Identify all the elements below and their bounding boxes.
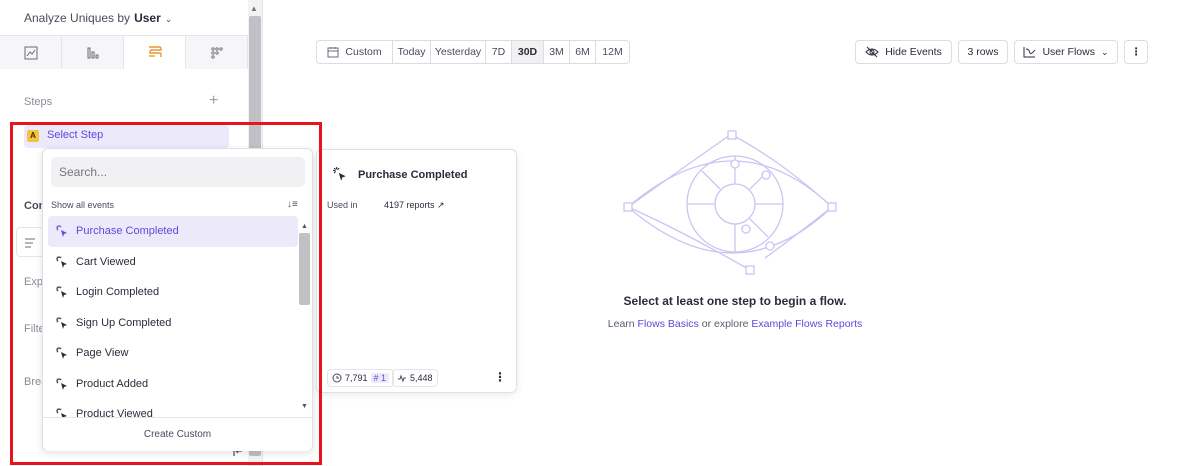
- add-step-icon[interactable]: +: [209, 92, 218, 110]
- hide-events-button[interactable]: Hide Events: [855, 40, 952, 64]
- grid-dots-icon: [210, 46, 223, 59]
- analyze-value: User: [134, 11, 161, 25]
- filter-lines-icon: [25, 238, 35, 248]
- list-item[interactable]: Product Viewed: [48, 399, 298, 418]
- date-range-12m[interactable]: 12M: [596, 41, 629, 63]
- preview-title: Purchase Completed: [358, 169, 468, 181]
- cursor-click-icon: [49, 346, 75, 360]
- tab-insights[interactable]: [0, 36, 62, 69]
- list-item-label: Purchase Completed: [76, 225, 179, 238]
- view-tabs: [0, 35, 248, 69]
- step-selector[interactable]: A Select Step: [24, 125, 229, 148]
- or-explore-text: or explore: [701, 318, 749, 330]
- tab-retention[interactable]: [186, 36, 248, 69]
- chart-type-selector[interactable]: User Flows ⌄: [1014, 40, 1118, 64]
- eye-off-icon: [865, 46, 879, 58]
- date-range-label: Custom: [345, 46, 382, 58]
- chart-type-label: User Flows: [1042, 46, 1095, 58]
- date-range-today[interactable]: Today: [393, 41, 431, 63]
- flows-icon: [148, 46, 162, 57]
- users-stat: 7,791 # 1: [327, 369, 395, 387]
- analyze-label: Analyze Uniques by: [24, 11, 131, 25]
- date-range-yesterday[interactable]: Yesterday: [431, 41, 486, 63]
- show-all-events-label: Show all events: [51, 200, 115, 210]
- list-item[interactable]: Cart Viewed: [48, 247, 298, 278]
- bar-chart-icon: [87, 47, 98, 58]
- flows-chart-icon: [1023, 47, 1036, 58]
- analyze-by-selector[interactable]: Analyze Uniques by User ⌄: [24, 11, 172, 25]
- empty-state-title: Select at least one step to begin a flow…: [623, 294, 847, 308]
- tab-funnels[interactable]: [62, 36, 124, 69]
- list-item-label: Sign Up Completed: [76, 316, 172, 329]
- list-item-label: Product Added: [76, 377, 149, 390]
- cursor-click-icon: [49, 316, 75, 330]
- date-range-30d[interactable]: 30D: [512, 41, 544, 63]
- line-chart-icon: [24, 46, 37, 59]
- more-options-icon[interactable]: ⋮: [494, 370, 506, 384]
- list-item[interactable]: Sign Up Completed: [48, 308, 298, 339]
- cursor-click-icon: [332, 166, 348, 187]
- dropdown-scroll-thumb[interactable]: [299, 233, 310, 305]
- date-range-7d[interactable]: 7D: [486, 41, 512, 63]
- calendar-icon: [327, 47, 339, 58]
- chevron-down-icon: ⌄: [164, 14, 173, 24]
- event-picker-dropdown: Show all events ↓≡ Purchase Completed Ca…: [42, 148, 313, 451]
- learn-text: Learn: [607, 318, 635, 330]
- list-item-label: Login Completed: [76, 286, 160, 299]
- volume-stat-value: 5,448: [410, 373, 433, 383]
- date-range-3m[interactable]: 3M: [544, 41, 570, 63]
- list-item[interactable]: Purchase Completed: [48, 216, 298, 247]
- cursor-click-icon: [49, 224, 75, 238]
- sort-icon[interactable]: ↓≡: [287, 199, 298, 210]
- more-options-icon: ⋮: [1130, 46, 1142, 58]
- create-custom-button[interactable]: Create Custom: [43, 417, 312, 451]
- step-label: Select Step: [47, 129, 104, 141]
- more-menu-button[interactable]: ⋮: [1124, 40, 1148, 64]
- search-input[interactable]: [51, 157, 305, 187]
- volume-stat: 5,448: [392, 369, 438, 387]
- cursor-click-icon: [49, 377, 75, 391]
- scroll-up-arrow-icon[interactable]: ▲: [250, 4, 258, 13]
- used-in-reports-link[interactable]: 4197 reports ↗: [384, 200, 445, 211]
- date-range-custom[interactable]: Custom: [317, 41, 393, 63]
- hide-events-label: Hide Events: [885, 46, 942, 58]
- flows-eye-illustration: [623, 130, 837, 275]
- list-item[interactable]: Page View: [48, 338, 298, 369]
- steps-heading: Steps: [24, 96, 53, 108]
- chevron-down-icon: ⌄: [1100, 46, 1109, 57]
- flows-basics-link[interactable]: Flows Basics: [638, 318, 699, 330]
- list-item-label: Page View: [76, 347, 129, 360]
- tab-flows[interactable]: [124, 36, 186, 69]
- preview-footer: 7,791 # 1 5,448 ⋮: [317, 362, 516, 393]
- date-range-selector: Custom Today Yesterday 7D 30D 3M 6M 12M: [316, 40, 630, 64]
- event-list: Purchase Completed Cart Viewed Login Com…: [48, 216, 298, 418]
- event-preview-card: Purchase Completed Used in 4197 reports …: [316, 149, 517, 393]
- scroll-down-arrow-icon[interactable]: ▼: [301, 403, 308, 410]
- rank-badge: # 1: [370, 373, 390, 383]
- used-in-label: Used in: [327, 200, 358, 210]
- rows-button[interactable]: 3 rows: [958, 40, 1008, 64]
- clock-icon: [332, 373, 342, 383]
- date-range-6m[interactable]: 6M: [570, 41, 596, 63]
- empty-state-subtitle: Learn Flows Basics or explore Example Fl…: [560, 318, 910, 330]
- cursor-click-icon: [49, 285, 75, 299]
- scroll-up-arrow-icon[interactable]: ▲: [301, 223, 308, 230]
- step-badge: A: [27, 130, 39, 142]
- example-reports-link[interactable]: Example Flows Reports: [751, 318, 862, 330]
- list-item-label: Cart Viewed: [76, 255, 136, 268]
- users-stat-value: 7,791: [345, 373, 368, 383]
- list-item[interactable]: Login Completed: [48, 277, 298, 308]
- cursor-click-icon: [49, 255, 75, 269]
- list-item[interactable]: Product Added: [48, 369, 298, 400]
- trend-icon: [398, 374, 406, 383]
